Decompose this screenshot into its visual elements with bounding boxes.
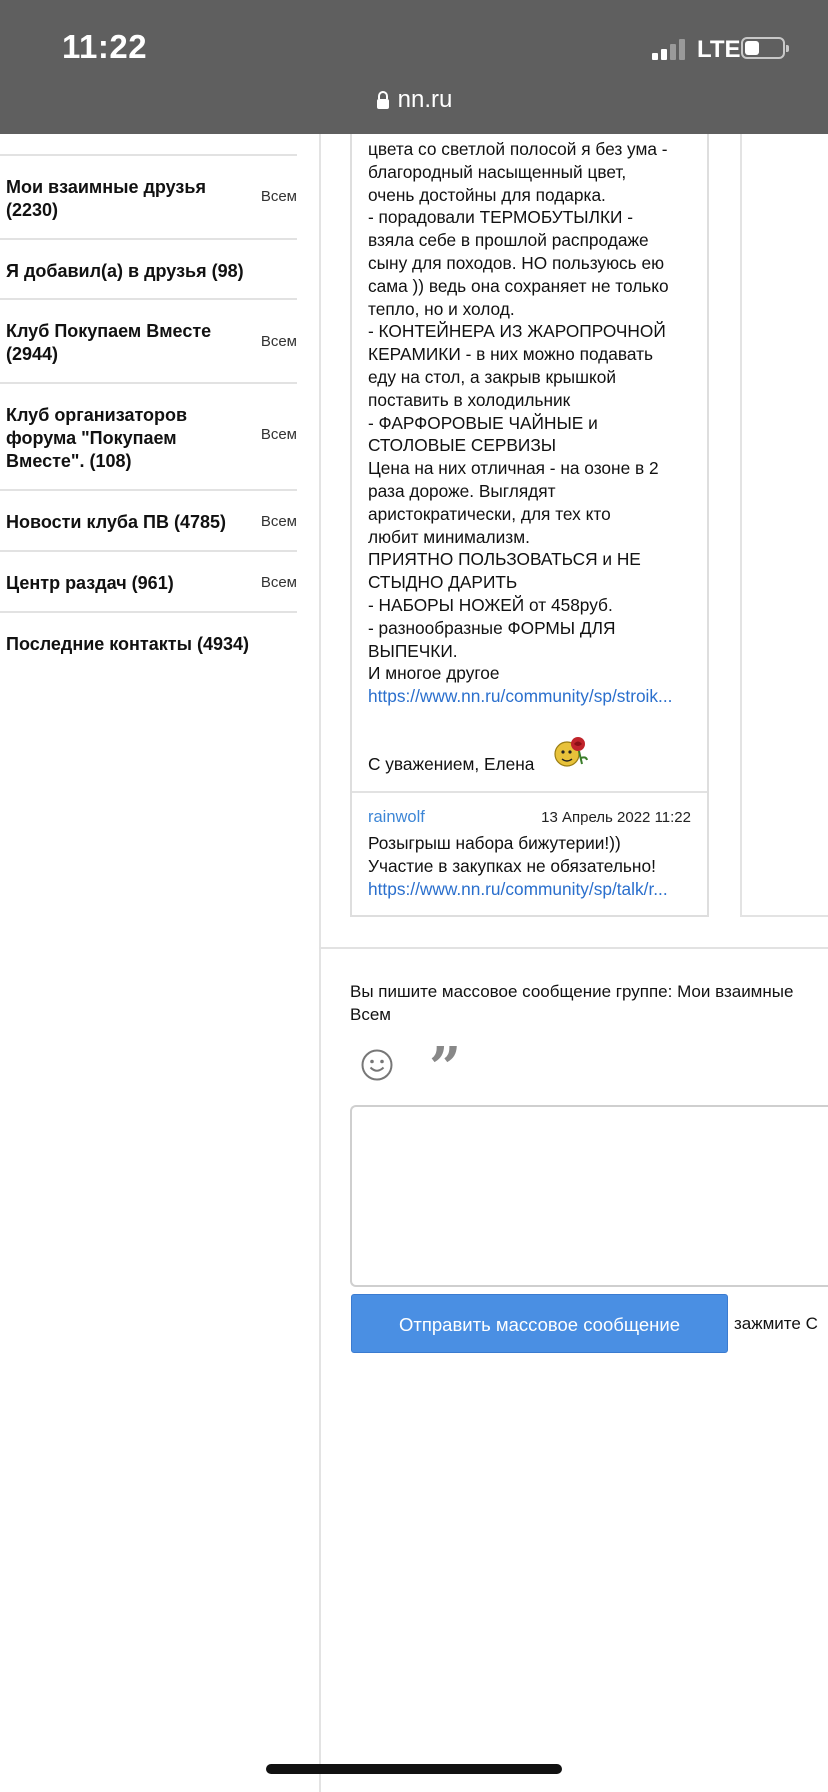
sidebar-item-club-news[interactable]: Новости клуба ПВ (4785) Всем (0, 489, 297, 550)
sidebar-item-club-pv[interactable]: Клуб Покупаем Вместе (2944) Всем (0, 298, 297, 382)
message-link[interactable]: https://www.nn.ru/community/sp/stroik... (368, 685, 708, 708)
send-to-all-link[interactable]: Всем (261, 333, 297, 350)
battery-icon (741, 37, 789, 59)
send-to-all-link[interactable]: Всем (261, 188, 297, 205)
column-divider (319, 134, 321, 1792)
sidebar-item-label: Последние контакты (4934) (6, 634, 249, 654)
message-link[interactable]: https://www.nn.ru/community/sp/talk/r... (368, 878, 708, 901)
sidebar-item-recent-contacts[interactable]: Последние контакты (4934) (0, 611, 297, 672)
message-body: Розыгрыш набора бижутерии!)) Участие в з… (368, 832, 708, 900)
sidebar-item-organizers-club[interactable]: Клуб организаторов форума "Покупаем Вмес… (0, 382, 297, 489)
network-type: LTE (697, 36, 741, 63)
message-divider (352, 791, 707, 793)
smiley-icon[interactable] (360, 1048, 394, 1082)
cellular-signal-icon (652, 38, 688, 60)
send-to-all-link[interactable]: Всем (261, 513, 297, 530)
sidebar-item-label: Клуб организаторов форума "Покупаем Вмес… (6, 405, 188, 471)
sidebar-item-giveaway-center[interactable]: Центр раздач (961) Всем (0, 550, 297, 611)
sidebar-item-label: Новости клуба ПВ (4785) (6, 512, 227, 532)
message-body: цвета со светлой полосой я без ума - бла… (368, 138, 708, 708)
address-bar[interactable]: nn.ru (0, 86, 828, 114)
sidebar-item-mutual-friends[interactable]: Мои взаимные друзья (2230) Всем (0, 154, 297, 238)
mass-message-info: Вы пишите массовое сообщение группе: Мои… (350, 982, 794, 1024)
shortcut-hint: зажмите С (734, 1314, 818, 1333)
message-date: 13 Апрель 2022 11:22 (541, 809, 691, 826)
browser-top-bar: 11:22 LTE nn.ru (0, 0, 828, 134)
section-divider (319, 947, 828, 949)
sidebar-item-label: Центр раздач (961) (6, 573, 174, 593)
right-panel-border (740, 134, 742, 917)
right-panel-border-bottom (740, 915, 828, 917)
home-indicator[interactable] (266, 1764, 562, 1774)
message-textarea[interactable] (350, 1105, 828, 1287)
status-time: 11:22 (62, 28, 148, 65)
messages-panel[interactable]: цвета со светлой полосой я без ума - бла… (350, 110, 709, 917)
url-text: nn.ru (397, 86, 453, 113)
quote-icon[interactable]: ” (429, 1040, 461, 1096)
lock-icon (376, 91, 389, 109)
send-to-all-link[interactable]: Всем (261, 426, 297, 443)
send-mass-message-button[interactable]: Отправить массовое сообщение (351, 1294, 728, 1353)
sidebar-item-label: Я добавил(а) в друзья (98) (6, 261, 244, 281)
message-signature: С уважением, Елена (368, 754, 535, 774)
sidebar-item-label: Мои взаимные друзья (2230) (6, 177, 206, 220)
message-author[interactable]: rainwolf (368, 808, 425, 827)
sidebar-item-label: Клуб Покупаем Вместе (2944) (6, 321, 212, 364)
rose-emoticon-icon (554, 737, 588, 767)
sidebar-item-added-friends[interactable]: Я добавил(а) в друзья (98) (0, 238, 297, 298)
send-to-all-link[interactable]: Всем (261, 574, 297, 591)
